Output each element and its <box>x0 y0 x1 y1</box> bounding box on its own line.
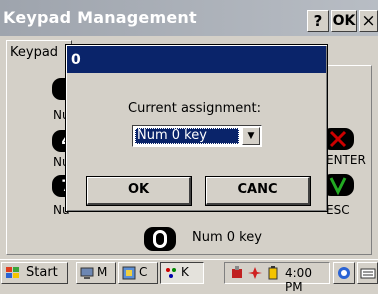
close-button[interactable]: × <box>359 10 378 32</box>
taskbar: Start M C K 4:00 PM <box>0 259 378 294</box>
window-title: Keypad Management <box>3 8 197 27</box>
help-button[interactable]: ? <box>307 10 329 32</box>
task-button-c[interactable]: C <box>118 262 158 284</box>
task-label-k: K <box>181 265 189 279</box>
assignment-select[interactable]: Num 0 key ▼ <box>132 125 262 147</box>
tab-keypad[interactable]: Keypad <box>6 40 72 66</box>
computer-icon <box>80 267 94 279</box>
chevron-down-icon[interactable]: ▼ <box>242 127 260 145</box>
task-label-m: M <box>97 265 108 279</box>
input-panel-button[interactable] <box>357 262 378 284</box>
start-button[interactable]: Start <box>1 262 68 284</box>
window-ok-button[interactable]: OK <box>331 10 357 32</box>
keypad-icon <box>166 268 176 278</box>
dialog-ok-button[interactable]: OK <box>86 176 192 206</box>
assignment-dialog: 0 Current assignment: Num 0 key ▼ OK CAN… <box>65 44 328 212</box>
assignment-select-value: Num 0 key <box>135 128 239 144</box>
dialog-prompt: Current assignment: <box>128 101 261 116</box>
clock[interactable]: 4:00 PM <box>285 266 329 294</box>
enter-label: ENTER <box>326 153 366 167</box>
browser-icon <box>338 267 350 279</box>
network-icon[interactable] <box>247 265 263 281</box>
esc-label: ESC <box>326 203 350 217</box>
start-label: Start <box>26 265 58 280</box>
keyboard-icon <box>360 268 376 279</box>
num0-key-label: Num 0 key <box>192 230 262 245</box>
windows-flag-icon <box>6 267 19 278</box>
task-button-m[interactable]: M <box>76 262 116 284</box>
task-button-k[interactable]: K <box>160 262 204 284</box>
dialog-cancel-button[interactable]: CANC <box>205 176 311 206</box>
system-tray: 4:00 PM <box>224 262 330 294</box>
battery-icon[interactable] <box>265 265 281 281</box>
dialog-title: 0 <box>67 46 326 73</box>
title-bar: Keypad Management ? OK × <box>0 0 378 36</box>
power-icon[interactable] <box>229 265 245 281</box>
control-panel-icon <box>122 266 136 280</box>
num0-key-icon[interactable] <box>144 227 176 251</box>
browser-button[interactable] <box>333 262 355 284</box>
task-label-c: C <box>139 265 148 279</box>
